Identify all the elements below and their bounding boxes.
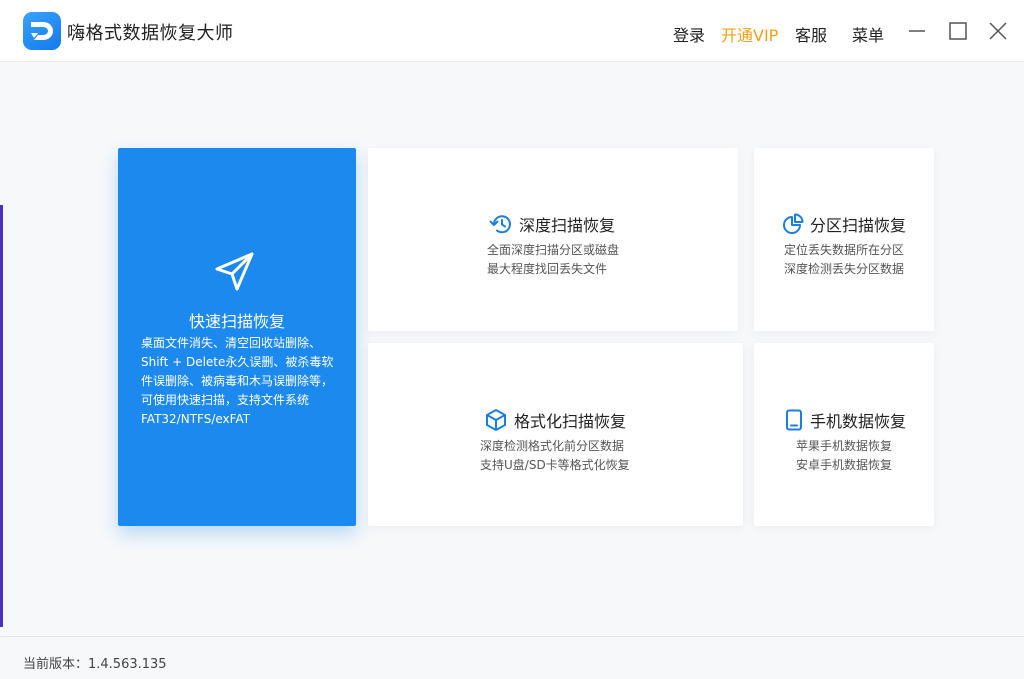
version-label: 当前版本：1.4.563.135 [23,657,167,672]
deep-scan-title: 深度扫描恢复 [519,216,616,235]
login-link[interactable]: 登录 [673,22,705,46]
format-scan-card[interactable] [368,343,743,526]
partition-scan-header: 分区扫描恢复 [782,212,906,236]
partition-scan-title: 分区扫描恢复 [810,216,907,235]
deep-scan-header: 深度扫描恢复 [489,212,615,236]
title-bar: 嗨格式数据恢复大师 登录 开通VIP 客服 菜单 [0,0,1024,62]
minimize-button[interactable] [906,20,928,42]
customer-service-link[interactable]: 客服 [795,22,827,46]
window-edge-strip [0,205,3,627]
phone-recovery-card[interactable] [754,343,934,526]
menu-link[interactable]: 菜单 [852,22,884,46]
paper-plane-icon [215,252,254,291]
app-logo-icon [23,12,61,50]
cube-icon [486,409,506,431]
minimize-icon [909,30,925,32]
maximize-icon [949,22,967,40]
format-scan-title: 格式化扫描恢复 [514,412,627,431]
app-title: 嗨格式数据恢复大师 [67,23,234,44]
format-scan-header: 格式化扫描恢复 [484,408,626,432]
partition-scan-description: 定位丢失数据所在分区 深度检测丢失分区数据 [784,243,905,276]
vip-link[interactable]: 开通VIP [721,22,778,46]
close-button[interactable] [987,20,1009,42]
phone-recovery-header: 手机数据恢复 [784,408,906,432]
quick-scan-description: 桌面文件消失、清空回收站删除、 Shift + Delete永久误删、被杀毒软 … [141,336,334,426]
history-icon [489,215,511,234]
deep-scan-card[interactable] [368,148,738,331]
phone-icon [786,409,802,431]
close-icon [989,22,1007,40]
quick-scan-title: 快速扫描恢复 [188,312,285,331]
partition-scan-card[interactable] [754,148,934,331]
phone-recovery-title: 手机数据恢复 [810,412,907,431]
footer-bar: 当前版本：1.4.563.135 [0,636,1024,679]
deep-scan-description: 全面深度扫描分区或磁盘 最大程度找回丢失文件 [487,243,620,276]
maximize-button[interactable] [947,20,969,42]
phone-recovery-description: 苹果手机数据恢复 安卓手机数据恢复 [796,439,893,472]
format-scan-description: 深度检测格式化前分区数据 支持U盘/SD卡等格式化恢复 [480,439,630,472]
pie-chart-icon [783,213,804,234]
